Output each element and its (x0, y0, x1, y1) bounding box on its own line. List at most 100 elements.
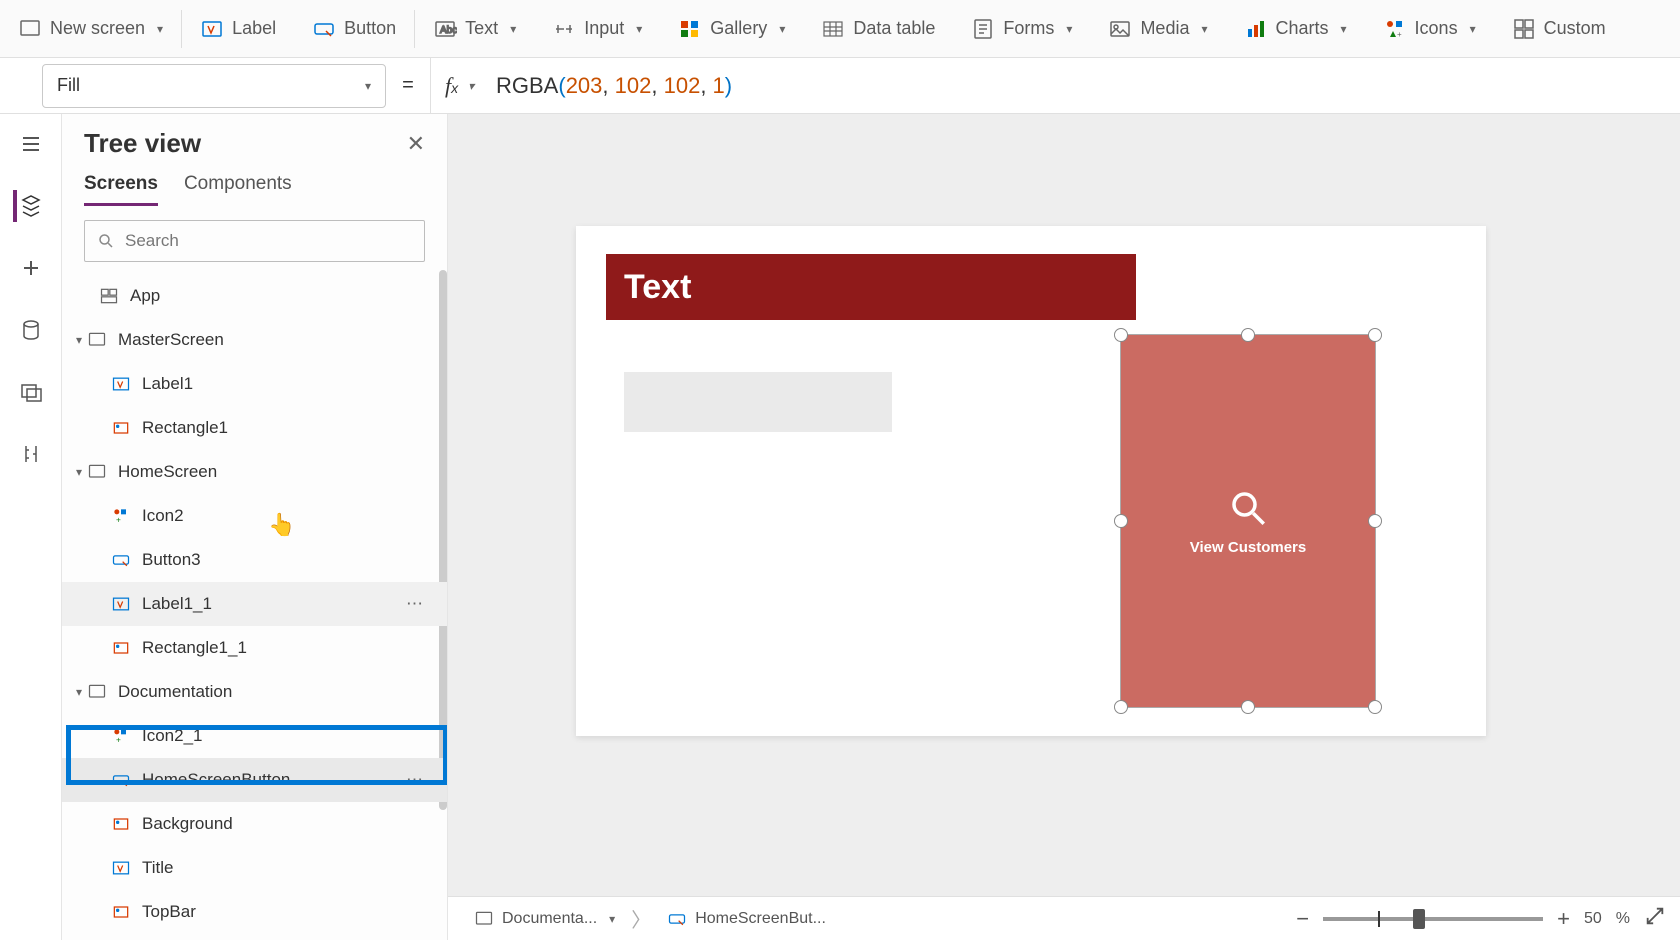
resize-handle[interactable] (1114, 514, 1128, 528)
forms-button[interactable]: Forms ▾ (953, 0, 1090, 57)
forms-label: Forms (1003, 18, 1054, 39)
media-button[interactable]: Media ▾ (1090, 0, 1225, 57)
node-label: Icon2 (142, 506, 184, 526)
tree-node-topbar[interactable]: TopBar (62, 890, 447, 934)
icon-icon: + (110, 725, 132, 747)
node-label: Label1 (142, 374, 193, 394)
breadcrumb-element[interactable]: HomeScreenBut... (655, 909, 838, 929)
node-label: Rectangle1 (142, 418, 228, 438)
text-button[interactable]: Abc Text ▾ (415, 0, 534, 57)
fullscreen-button[interactable] (1644, 905, 1666, 932)
tree-search-input[interactable]: Search (84, 220, 425, 262)
resize-handle[interactable] (1368, 328, 1382, 342)
screen-icon (86, 461, 108, 483)
resize-handle[interactable] (1114, 328, 1128, 342)
zoom-out-button[interactable]: − (1296, 906, 1309, 932)
tree-node-rectangle1-1[interactable]: Rectangle1_1 (62, 626, 447, 670)
screen-icon (86, 681, 108, 703)
canvas-header-bar[interactable]: Text (606, 254, 1136, 320)
formula-bar: Fill ▾ = fx▾ RGBA(203, 102, 102, 1) (0, 58, 1680, 114)
chevron-down-icon[interactable]: ▾ (72, 465, 86, 479)
tree-node-masterscreen[interactable]: ▾ MasterScreen (62, 318, 447, 362)
zoom-in-button[interactable]: + (1557, 906, 1570, 932)
insert-rail-button[interactable] (13, 252, 49, 284)
resize-handle[interactable] (1368, 700, 1382, 714)
resize-handle[interactable] (1241, 700, 1255, 714)
close-panel-button[interactable]: ✕ (407, 131, 425, 157)
panel-header: Tree view ✕ (62, 114, 447, 167)
tree-list: App ▾ MasterScreen Label1 Rectangle1 ▾ H… (62, 270, 447, 940)
components-tab[interactable]: Components (184, 173, 292, 206)
resize-handle[interactable] (1241, 328, 1255, 342)
tree-node-title[interactable]: Title (62, 846, 447, 890)
tree-node-label1[interactable]: Label1 (62, 362, 447, 406)
chevron-down-icon: ▾ (609, 912, 615, 926)
new-screen-button[interactable]: New screen ▾ (0, 0, 181, 57)
charts-button[interactable]: Charts ▾ (1226, 0, 1365, 57)
tree-node-documentation[interactable]: ▾ Documentation (62, 670, 447, 714)
crumb-label: HomeScreenBut... (695, 910, 826, 928)
equals-sign: = (386, 74, 430, 97)
button-icon (110, 549, 132, 571)
screens-tab[interactable]: Screens (84, 173, 158, 206)
tree-node-homescreenbutton[interactable]: HomeScreenButton ⋯ (62, 758, 447, 802)
label-icon (110, 593, 132, 615)
breadcrumb-screen[interactable]: Documenta... ▾ (462, 909, 627, 929)
datatable-button[interactable]: Data table (803, 0, 953, 57)
svg-text:Abc: Abc (440, 25, 457, 36)
search-icon (97, 232, 115, 250)
chevron-down-icon: ▾ (1201, 22, 1207, 36)
tree-node-button3[interactable]: Button3 (62, 538, 447, 582)
icons-button[interactable]: + Icons ▾ (1365, 0, 1494, 57)
tree-node-rectangle1[interactable]: Rectangle1 (62, 406, 447, 450)
button-icon (110, 769, 132, 791)
more-options-button[interactable]: ⋯ (406, 594, 425, 614)
fx-button[interactable]: fx▾ (430, 58, 484, 113)
tree-node-label1-1[interactable]: Label1_1 ⋯ (62, 582, 447, 626)
chevron-down-icon[interactable]: ▾ (72, 333, 86, 347)
screen-icon (86, 329, 108, 351)
media-label: Media (1140, 18, 1189, 39)
zoom-slider[interactable] (1323, 917, 1543, 921)
datatable-label: Data table (853, 18, 935, 39)
chevron-down-icon: ▾ (1066, 22, 1072, 36)
canvas-placeholder-box[interactable] (624, 372, 892, 432)
tree-node-background[interactable]: Background (62, 802, 447, 846)
rectangle-icon (110, 901, 132, 923)
svg-text:+: + (116, 515, 121, 525)
gallery-button[interactable]: Gallery ▾ (660, 0, 803, 57)
label-button[interactable]: Label (182, 0, 294, 57)
text-label: Text (465, 18, 498, 39)
tools-rail-button[interactable] (13, 438, 49, 470)
label-text: Label (232, 18, 276, 39)
resize-handle[interactable] (1114, 700, 1128, 714)
media-rail-button[interactable] (13, 376, 49, 408)
property-selector[interactable]: Fill ▾ (42, 64, 386, 108)
button-icon (667, 909, 687, 929)
resize-handle[interactable] (1368, 514, 1382, 528)
input-button[interactable]: Input ▾ (534, 0, 660, 57)
custom-button[interactable]: Custom (1494, 0, 1624, 57)
screen-canvas[interactable]: Text View Customers (576, 226, 1486, 736)
button-button[interactable]: Button (294, 0, 414, 57)
slider-thumb[interactable] (1413, 909, 1425, 929)
chevron-down-icon[interactable]: ▾ (72, 685, 86, 699)
tree-node-icon2[interactable]: + Icon2 (62, 494, 447, 538)
hamburger-button[interactable] (13, 128, 49, 160)
button-icon (312, 17, 336, 41)
canvas-selected-button[interactable]: View Customers (1120, 334, 1376, 708)
tree-node-app[interactable]: App (62, 274, 447, 318)
tree-node-homescreen[interactable]: ▾ HomeScreen (62, 450, 447, 494)
svg-text:+: + (116, 735, 121, 745)
formula-input[interactable]: RGBA(203, 102, 102, 1) (484, 73, 1680, 99)
tree-node-icon2-1[interactable]: + Icon2_1 (62, 714, 447, 758)
tree-view-rail-button[interactable] (13, 190, 49, 222)
zoom-value: 50 (1584, 910, 1602, 928)
data-rail-button[interactable] (13, 314, 49, 346)
more-options-button[interactable]: ⋯ (406, 770, 425, 790)
label-icon (110, 373, 132, 395)
zoom-controls: − + 50 % (1296, 905, 1666, 932)
text-icon: Abc (433, 17, 457, 41)
gallery-label: Gallery (710, 18, 767, 39)
node-label: TopBar (142, 902, 196, 922)
